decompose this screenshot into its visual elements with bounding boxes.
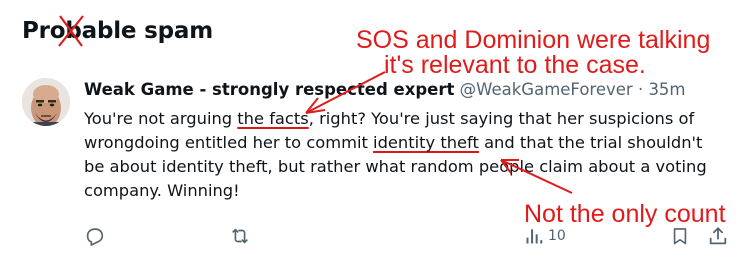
reply-button[interactable] (84, 224, 106, 248)
tweet-text: You're not arguing the facts, right? You… (84, 107, 724, 203)
retweet-icon (232, 228, 248, 244)
underlined-the-facts: the facts (237, 109, 309, 128)
author-name[interactable]: Weak Game - strongly respected expert (84, 80, 454, 99)
views-icon (526, 229, 543, 244)
underlined-identity-theft: identity theft (373, 133, 479, 152)
share-button[interactable] (707, 224, 729, 248)
tweet-text-part: You're not arguing (84, 109, 238, 128)
avatar[interactable] (22, 78, 70, 126)
tweet-time[interactable]: 35m (648, 80, 685, 99)
author-handle[interactable]: @WeakGameForever (460, 80, 633, 99)
reply-icon (86, 228, 104, 246)
tweet-header: Weak Game - strongly respected expert @W… (84, 80, 686, 99)
meta-separator: · (637, 80, 644, 99)
bookmark-icon (673, 228, 687, 245)
avatar-face-icon (22, 78, 70, 126)
share-icon (709, 227, 727, 245)
bookmark-button[interactable] (670, 224, 690, 248)
retweet-button[interactable] (229, 224, 251, 248)
annotation-top-line-2: it's relevant to the case. (384, 51, 646, 79)
views-count: 10 (548, 228, 566, 244)
views-button[interactable]: 10 (524, 224, 566, 248)
